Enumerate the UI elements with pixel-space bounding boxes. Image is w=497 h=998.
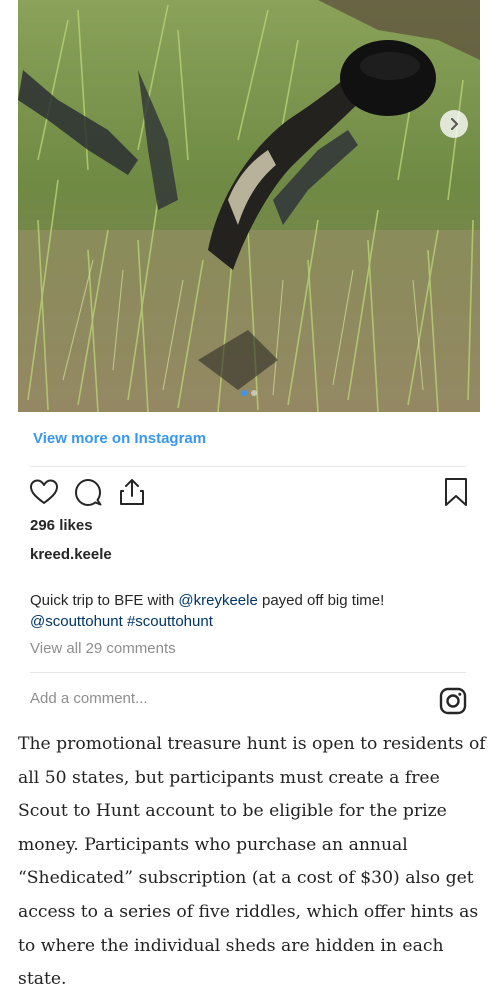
like-button[interactable] — [28, 476, 60, 508]
instagram-logo-button[interactable] — [438, 686, 468, 716]
bookmark-icon — [445, 478, 467, 506]
caption-text: payed off big time! — [257, 592, 385, 609]
divider — [30, 672, 466, 673]
comment-button[interactable] — [72, 476, 104, 508]
comment-icon — [75, 479, 102, 506]
instagram-icon — [439, 687, 467, 715]
view-more-on-instagram-link[interactable]: View more on Instagram — [33, 430, 206, 447]
carousel-dot — [251, 390, 257, 396]
heart-icon — [30, 479, 58, 504]
share-icon — [120, 479, 144, 505]
save-button[interactable] — [440, 476, 472, 508]
antler-shed-photo — [18, 0, 480, 412]
post-caption: Quick trip to BFE with @kreykeele payed … — [30, 590, 470, 632]
like-count[interactable]: 296 likes — [30, 517, 93, 534]
add-comment-input[interactable]: Add a comment... — [30, 690, 148, 707]
chevron-right-icon — [451, 118, 458, 130]
carousel-indicator — [18, 390, 480, 396]
caption-text: Quick trip to BFE with — [30, 592, 179, 609]
article-paragraph: The promotional treasure hunt is open to… — [18, 734, 486, 990]
hashtag-link[interactable]: #scouttohunt — [127, 613, 213, 630]
view-all-comments-link[interactable]: View all 29 comments — [30, 640, 176, 657]
post-username[interactable]: kreed.keele — [30, 546, 112, 563]
mention-link[interactable]: @scouttohunt — [30, 613, 123, 630]
post-photo[interactable] — [18, 0, 480, 412]
mention-link[interactable]: @kreykeele — [178, 592, 257, 609]
divider — [30, 466, 466, 467]
carousel-dot-active — [241, 390, 247, 396]
post-actions-bar — [28, 476, 468, 510]
next-image-button[interactable] — [440, 110, 468, 138]
share-button[interactable] — [116, 476, 148, 508]
